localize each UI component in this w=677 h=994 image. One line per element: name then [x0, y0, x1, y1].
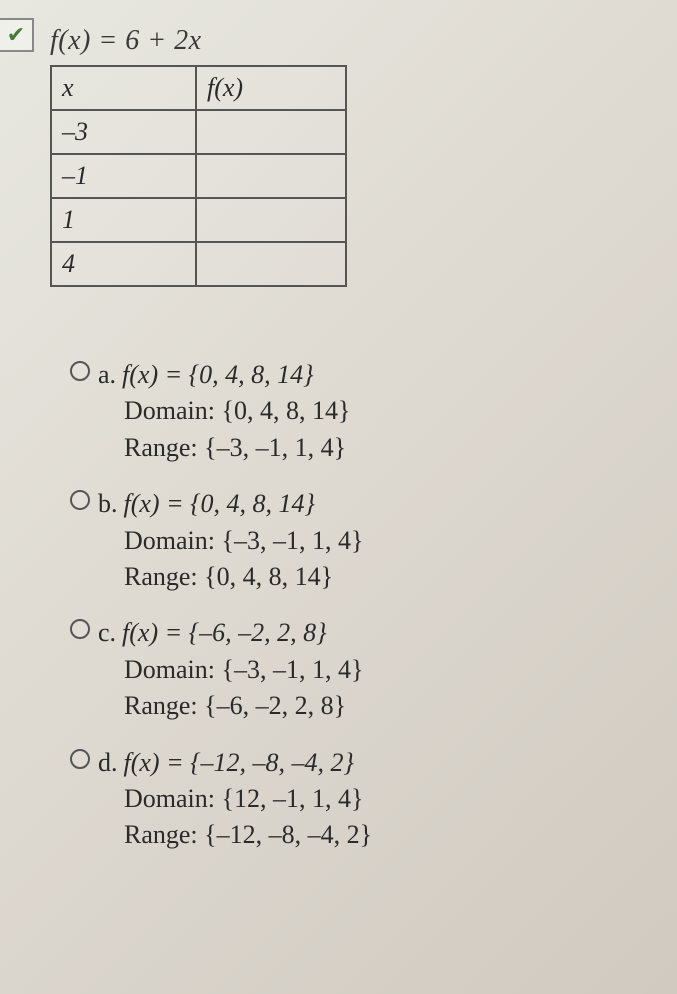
option-fx-line: f(x) = {–6, –2, 2, 8} — [122, 618, 326, 647]
function-table: x f(x) –3 –1 1 4 — [50, 65, 347, 287]
question-block: f(x) = 6 + 2x x f(x) –3 –1 1 4 — [50, 20, 657, 287]
radio-circle-icon — [70, 490, 90, 510]
option-fx-line: f(x) = {–12, –8, –4, 2} — [124, 748, 354, 777]
radio-a[interactable] — [70, 361, 90, 386]
cell-fx — [196, 242, 346, 286]
option-range-line: Range: {–3, –1, 1, 4} — [124, 430, 350, 466]
option-fx-line: f(x) = {0, 4, 8, 14} — [122, 360, 313, 389]
table-row: –3 — [51, 110, 346, 154]
radio-d[interactable] — [70, 749, 90, 774]
header-fx: f(x) — [196, 66, 346, 110]
option-domain-line: Domain: {–3, –1, 1, 4} — [124, 652, 363, 688]
option-letter: b. — [98, 489, 118, 518]
option-b[interactable]: b.f(x) = {0, 4, 8, 14} Domain: {–3, –1, … — [70, 486, 657, 595]
cell-fx — [196, 110, 346, 154]
cell-x: –1 — [51, 154, 196, 198]
radio-c[interactable] — [70, 619, 90, 644]
radio-circle-icon — [70, 361, 90, 381]
option-body: a.f(x) = {0, 4, 8, 14} Domain: {0, 4, 8,… — [98, 357, 350, 466]
option-a[interactable]: a.f(x) = {0, 4, 8, 14} Domain: {0, 4, 8,… — [70, 357, 657, 466]
option-domain-line: Domain: {0, 4, 8, 14} — [124, 393, 350, 429]
option-letter: c. — [98, 618, 116, 647]
cell-x: –3 — [51, 110, 196, 154]
option-letter: d. — [98, 748, 118, 777]
cell-x: 1 — [51, 198, 196, 242]
cell-x: 4 — [51, 242, 196, 286]
option-domain-line: Domain: {12, –1, 1, 4} — [124, 781, 372, 817]
table-header-row: x f(x) — [51, 66, 346, 110]
option-domain-line: Domain: {–3, –1, 1, 4} — [124, 523, 363, 559]
option-body: d.f(x) = {–12, –8, –4, 2} Domain: {12, –… — [98, 745, 372, 854]
option-c[interactable]: c.f(x) = {–6, –2, 2, 8} Domain: {–3, –1,… — [70, 615, 657, 724]
checkmark-icon: ✔ — [7, 22, 25, 48]
cell-fx — [196, 154, 346, 198]
table-row: 4 — [51, 242, 346, 286]
radio-circle-icon — [70, 619, 90, 639]
option-range-line: Range: {–12, –8, –4, 2} — [124, 817, 372, 853]
option-d[interactable]: d.f(x) = {–12, –8, –4, 2} Domain: {12, –… — [70, 745, 657, 854]
option-fx-line: f(x) = {0, 4, 8, 14} — [124, 489, 315, 518]
option-letter: a. — [98, 360, 116, 389]
answer-options: a.f(x) = {0, 4, 8, 14} Domain: {0, 4, 8,… — [70, 357, 657, 854]
function-equation: f(x) = 6 + 2x — [50, 25, 657, 57]
option-body: c.f(x) = {–6, –2, 2, 8} Domain: {–3, –1,… — [98, 615, 363, 724]
table-row: 1 — [51, 198, 346, 242]
question-checkbox[interactable]: ✔ — [0, 18, 34, 52]
option-body: b.f(x) = {0, 4, 8, 14} Domain: {–3, –1, … — [98, 486, 363, 595]
radio-circle-icon — [70, 749, 90, 769]
option-range-line: Range: {0, 4, 8, 14} — [124, 559, 363, 595]
table-row: –1 — [51, 154, 346, 198]
cell-fx — [196, 198, 346, 242]
radio-b[interactable] — [70, 490, 90, 515]
option-range-line: Range: {–6, –2, 2, 8} — [124, 688, 363, 724]
header-x: x — [51, 66, 196, 110]
